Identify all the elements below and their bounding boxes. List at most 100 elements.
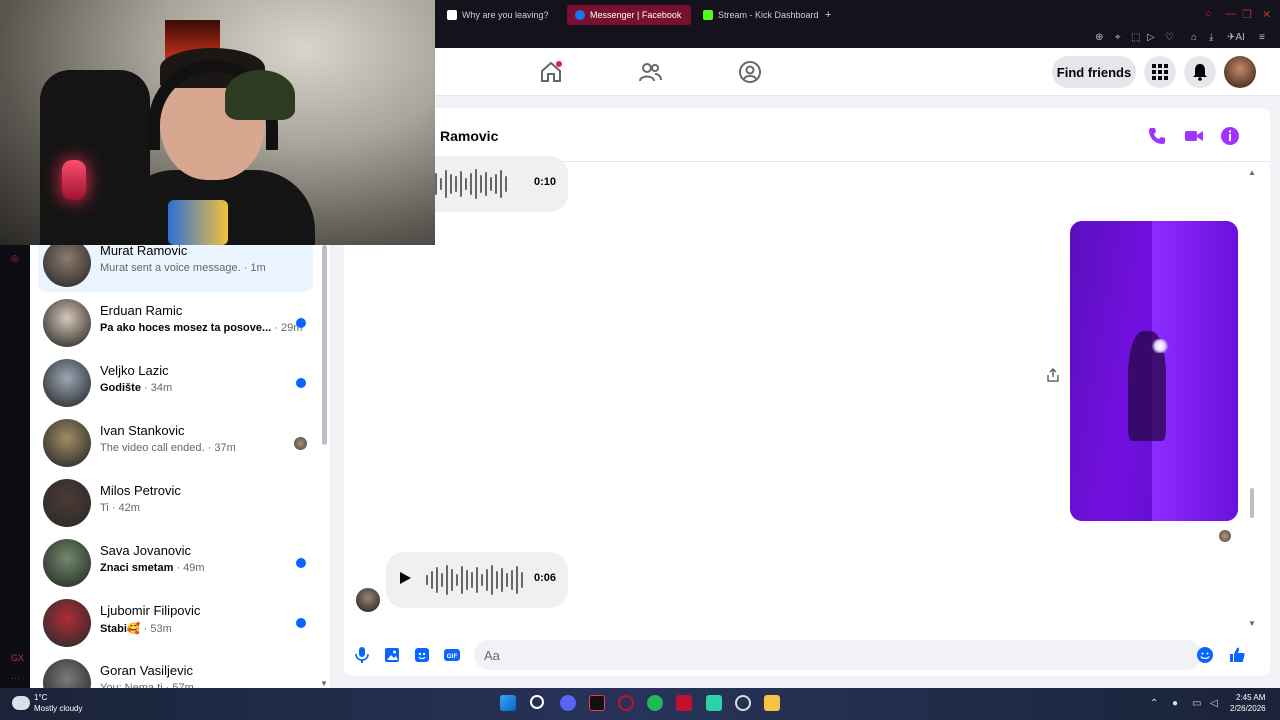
emoji-icon[interactable]	[1196, 646, 1214, 664]
discord-icon[interactable]	[560, 695, 576, 711]
microphone-icon[interactable]: ●	[1172, 698, 1178, 709]
menu-icon[interactable]: ≡	[1259, 32, 1265, 43]
pin-icon[interactable]: ⌖	[1115, 32, 1121, 43]
volume-icon[interactable]: ◁	[1210, 698, 1218, 709]
spotify-icon[interactable]	[647, 695, 663, 711]
waveform-bar	[480, 175, 482, 193]
close-icon[interactable]: ✕	[1262, 8, 1271, 21]
waveform-bar	[441, 573, 443, 587]
settings-icon[interactable]: ◎	[11, 253, 19, 264]
chat-list-item[interactable]: Veljko Lazic Godište · 34m	[38, 354, 313, 412]
heart-icon[interactable]: ♡	[1165, 32, 1174, 43]
chat-list-item[interactable]: Ivan Stankovic The video call ended. · 37…	[38, 414, 313, 472]
scroll-thumb[interactable]	[1250, 488, 1254, 518]
tab-messenger[interactable]: Messenger | Facebook	[567, 5, 691, 25]
chat-list-item[interactable]: Ljubomir Filipovic Stabi🥰 · 53m	[38, 594, 313, 652]
weather-description[interactable]: Mostly cloudy	[34, 704, 82, 713]
share-icon[interactable]	[1046, 367, 1060, 382]
more-icon[interactable]: ···	[11, 673, 20, 683]
ai-icon[interactable]: ✈AI	[1227, 32, 1245, 43]
play-icon[interactable]: ▷	[1147, 32, 1155, 43]
new-tab-button[interactable]: +	[817, 5, 839, 25]
scroll-down-arrow-icon[interactable]: ▼	[1248, 619, 1256, 628]
conversation-title[interactable]: Ramovic	[440, 128, 498, 144]
info-icon[interactable]	[1220, 126, 1240, 146]
chat-name: Ivan Stankovic	[100, 423, 185, 438]
zoom-icon[interactable]: ⊕	[1095, 32, 1103, 43]
chat-list-scrollbar[interactable]: ▼	[320, 245, 330, 688]
friends-icon[interactable]	[638, 60, 662, 84]
tf-app-icon[interactable]	[676, 695, 692, 711]
home-icon[interactable]	[539, 60, 563, 84]
apps-menu-button[interactable]	[1144, 56, 1176, 88]
clock-date[interactable]: 2/26/2026	[1230, 704, 1266, 713]
windows-start-icon[interactable]	[500, 695, 516, 711]
chat-list-item[interactable]: Milos Petrovic Ti · 42m	[38, 474, 313, 532]
unread-dot	[296, 558, 306, 568]
clock-app-icon[interactable]	[735, 695, 751, 711]
chat-list-item[interactable]: Murat Ramovic Murat sent a voice message.…	[38, 245, 313, 292]
download-icon[interactable]: ⤓	[1209, 32, 1213, 43]
avatar	[43, 245, 91, 287]
voice-message-bubble[interactable]: 0:06	[386, 552, 568, 608]
waveform-bar	[495, 174, 497, 194]
browser-toolbar: ⊕ ⌖ ⬚ ▷ ♡ ⌂ ⤓ ✈AI ≡	[435, 30, 1280, 48]
tab-why-leaving[interactable]: Why are you leaving?	[439, 5, 557, 25]
scroll-up-arrow-icon[interactable]: ▲	[1248, 168, 1256, 177]
chat-list-item[interactable]: Erduan Ramic Pa ako hoces mosez ta posove…	[38, 294, 313, 352]
waveform-bar	[465, 178, 467, 190]
chat-snippet: Murat sent a voice message. · 1m	[100, 262, 266, 274]
opera-gx-icon[interactable]	[618, 695, 634, 711]
play-icon[interactable]	[400, 572, 411, 584]
account-icon[interactable]: ⌂	[1191, 32, 1197, 43]
avatar	[43, 479, 91, 527]
account-avatar[interactable]	[1224, 56, 1256, 88]
chat-app-icon[interactable]	[706, 695, 722, 711]
scroll-down-arrow-icon[interactable]: ▼	[320, 679, 328, 688]
message-input[interactable]	[474, 640, 1202, 670]
cap	[225, 70, 295, 120]
sender-avatar[interactable]	[356, 588, 380, 612]
profile-icon[interactable]	[738, 60, 762, 84]
tiktok-icon[interactable]	[589, 695, 605, 711]
phone-call-icon[interactable]	[1147, 126, 1167, 146]
waveform-bar	[445, 170, 447, 198]
screenshot-icon[interactable]: ⬚	[1131, 32, 1140, 43]
scroll-thumb[interactable]	[322, 245, 327, 445]
network-icon[interactable]: ▭	[1192, 698, 1201, 709]
chat-time: 1m	[250, 262, 266, 274]
notifications-button[interactable]	[1184, 56, 1216, 88]
sticker-icon[interactable]	[413, 646, 431, 664]
unread-dot	[296, 378, 306, 388]
waveform-icon	[426, 562, 523, 598]
clock-time[interactable]: 2:45 AM	[1236, 693, 1265, 702]
chat-list-item[interactable]: Goran Vasiljevic You: Nema ti · 57m	[38, 654, 313, 688]
page-favicon-icon	[447, 10, 457, 20]
search-icon[interactable]	[530, 695, 544, 709]
chat-snippet: Stabi🥰 · 53m	[100, 622, 172, 635]
waveform-bar	[521, 572, 523, 588]
video-call-icon[interactable]	[1184, 126, 1204, 146]
restore-icon[interactable]: ❐	[1242, 8, 1252, 21]
avatar	[43, 539, 91, 587]
chat-list-item[interactable]: Sava Jovanovic Znaci smetam · 49m	[38, 534, 313, 592]
photo-icon[interactable]	[383, 646, 401, 664]
file-explorer-icon[interactable]	[764, 695, 780, 711]
conversation-scrollbar[interactable]: ▲ ▼	[1248, 168, 1256, 628]
tab-kick[interactable]: Stream - Kick Dashboard	[695, 5, 827, 25]
photo-message[interactable]	[1070, 221, 1238, 521]
chat-snippet-text: Godište	[100, 382, 141, 394]
cloud-icon[interactable]	[12, 696, 30, 710]
microphone-icon[interactable]	[353, 646, 371, 664]
gx-icon[interactable]: GX	[11, 653, 24, 663]
chevron-up-icon[interactable]: ⌃	[1150, 698, 1158, 709]
search-icon[interactable]: ○	[1205, 8, 1212, 20]
waveform-bar	[471, 572, 473, 588]
gif-icon[interactable]: GIF	[443, 646, 461, 664]
waveform-bar	[435, 173, 437, 195]
like-icon[interactable]	[1228, 646, 1246, 664]
unread-dot	[296, 618, 306, 628]
minimize-icon[interactable]: —	[1225, 8, 1236, 20]
weather-temperature[interactable]: 1°C	[34, 693, 47, 702]
find-friends-button[interactable]: Find friends	[1052, 56, 1136, 88]
